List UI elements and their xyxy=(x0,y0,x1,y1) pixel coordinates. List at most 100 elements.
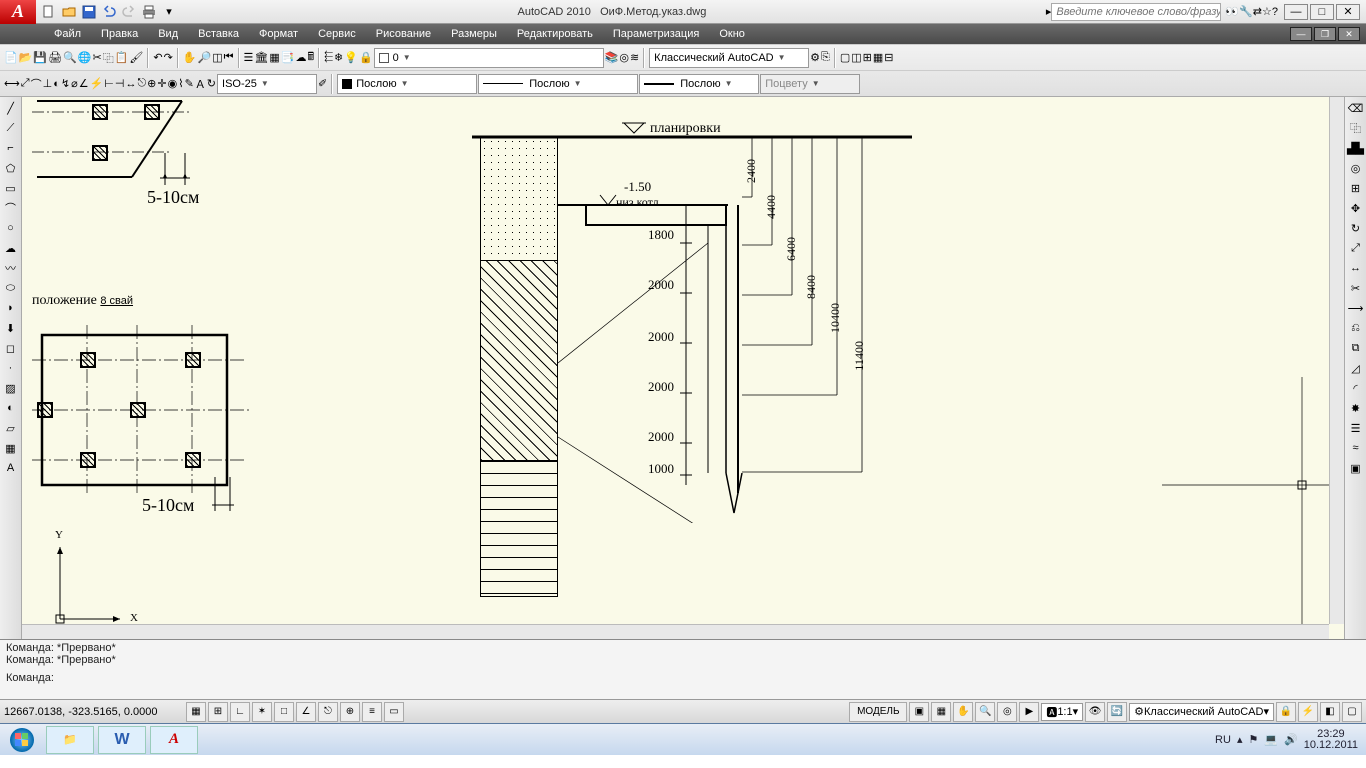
layer-on-icon[interactable]: 💡 xyxy=(344,51,358,64)
table-icon[interactable]: ▦ xyxy=(2,439,20,457)
match-icon[interactable]: 🖌 xyxy=(129,51,143,64)
properties-icon[interactable]: ☰ xyxy=(244,51,254,64)
menu-draw[interactable]: Рисование xyxy=(366,26,441,42)
dim-edit-icon[interactable]: ✎ xyxy=(185,77,194,90)
block-icon[interactable]: ◻ xyxy=(2,339,20,357)
sheetset-icon[interactable]: 📑 xyxy=(281,51,295,64)
chamfer-icon[interactable]: ◿ xyxy=(1347,359,1365,377)
tray-arrow-icon[interactable]: ▴ xyxy=(1237,733,1243,746)
zoom2-icon[interactable]: 🔍 xyxy=(975,702,995,722)
zoom-prev-icon[interactable]: ⏮ xyxy=(224,51,234,64)
erase-icon[interactable]: ⌫ xyxy=(1347,99,1365,117)
vpjoin-icon[interactable]: ⊟ xyxy=(884,51,893,64)
save-icon[interactable] xyxy=(80,3,98,21)
dim-linear-icon[interactable]: ⟷ xyxy=(4,77,20,90)
zoom-win-icon[interactable]: ◫ xyxy=(212,51,222,64)
redo2-icon[interactable]: ↷ xyxy=(164,51,173,64)
region-icon[interactable]: ▱ xyxy=(2,419,20,437)
menu-dimension[interactable]: Размеры xyxy=(441,26,507,42)
menu-format[interactable]: Формат xyxy=(249,26,308,42)
menu-insert[interactable]: Вставка xyxy=(188,26,249,42)
dim-dia-icon[interactable]: ⌀ xyxy=(71,77,78,90)
new-icon[interactable] xyxy=(40,3,58,21)
command-input[interactable] xyxy=(57,672,1360,686)
point-icon[interactable]: · xyxy=(2,359,20,377)
task-explorer[interactable]: 📁 xyxy=(46,726,94,754)
paste-icon[interactable]: 📋 xyxy=(115,51,129,64)
tray-network-icon[interactable]: 💻 xyxy=(1264,733,1278,746)
polar-icon[interactable]: ✶ xyxy=(252,702,272,722)
dyn-icon[interactable]: ⊕ xyxy=(340,702,360,722)
vp4-icon[interactable]: ▦ xyxy=(873,51,883,64)
ellipse-icon[interactable]: ⬭ xyxy=(2,279,20,297)
copy-icon[interactable]: ⿻ xyxy=(103,50,114,66)
open-icon[interactable] xyxy=(60,3,78,21)
menu-modify[interactable]: Редактировать xyxy=(507,26,603,42)
anno-scale-dropdown[interactable]: 🅰 1:1 ▾ xyxy=(1041,703,1083,721)
plot-icon[interactable]: 🖨 xyxy=(48,51,62,64)
vp1-icon[interactable]: ▢ xyxy=(840,51,850,64)
maximize-button[interactable]: □ xyxy=(1310,4,1334,20)
revcloud-icon[interactable]: ☁ xyxy=(2,239,20,257)
dim-jog-icon[interactable]: ↯ xyxy=(61,77,70,90)
snap-icon[interactable]: ▦ xyxy=(186,702,206,722)
dim-jogline-icon[interactable]: ⌇ xyxy=(178,77,183,90)
mtext-icon[interactable]: A xyxy=(2,459,20,477)
qat-more-icon[interactable]: ▾ xyxy=(160,3,178,21)
polygon-icon[interactable]: ⬠ xyxy=(2,159,20,177)
vp3-icon[interactable]: ⊞ xyxy=(863,51,872,64)
close-button[interactable]: ✕ xyxy=(1336,4,1360,20)
publish-icon[interactable]: 🌐 xyxy=(78,51,92,64)
line-icon[interactable]: ╱ xyxy=(2,99,20,117)
anno-auto-icon[interactable]: 🔄 xyxy=(1107,702,1127,722)
mdi-minimize-button[interactable]: ― xyxy=(1290,27,1312,41)
menu-parametric[interactable]: Параметризация xyxy=(603,26,709,42)
stretch-icon[interactable]: ↔ xyxy=(1347,259,1365,277)
lock-ui-icon[interactable]: 🔒 xyxy=(1276,702,1296,722)
undo-icon[interactable] xyxy=(100,3,118,21)
inspect-icon[interactable]: ◉ xyxy=(168,77,178,90)
break-icon[interactable]: ⎌ xyxy=(1347,319,1365,337)
ws-settings-icon[interactable]: ⚙ xyxy=(810,51,820,64)
dim-tedit-icon[interactable]: Ａ xyxy=(195,76,206,92)
cut-icon[interactable]: ✂ xyxy=(92,51,101,64)
layer-states-icon[interactable]: ❄ xyxy=(334,51,343,64)
insert-icon[interactable]: ⬇ xyxy=(2,319,20,337)
minimize-button[interactable]: ― xyxy=(1284,4,1308,20)
ws-save-icon[interactable]: ⎘ xyxy=(821,51,830,64)
clean-screen-icon[interactable]: ▢ xyxy=(1342,702,1362,722)
layer-dropdown[interactable]: 0▼ xyxy=(374,48,604,68)
gradient-icon[interactable]: ◐ xyxy=(2,399,20,417)
undo2-icon[interactable]: ↶ xyxy=(153,51,162,64)
help-icon[interactable]: ? xyxy=(1272,6,1278,18)
offset-icon[interactable]: ◎ xyxy=(1347,159,1365,177)
dim-ang-icon[interactable]: ∠ xyxy=(79,77,89,90)
showmotion-icon[interactable]: ▶ xyxy=(1019,702,1039,722)
sel-sim-icon[interactable]: ≈ xyxy=(1347,439,1365,457)
extend-icon[interactable]: ⟶ xyxy=(1347,299,1365,317)
rotate-icon[interactable]: ↻ xyxy=(1347,219,1365,237)
menu-view[interactable]: Вид xyxy=(148,26,188,42)
layer-lock-icon[interactable]: 🔒 xyxy=(359,51,373,64)
dcenter-icon[interactable]: 🏛 xyxy=(254,51,268,64)
binoculars-icon[interactable]: 👀 xyxy=(1225,5,1239,18)
layer-mgr-icon[interactable]: 📚 xyxy=(605,51,619,64)
pline-icon[interactable]: ⌐ xyxy=(2,139,20,157)
pan-icon[interactable]: ✋ xyxy=(183,51,197,64)
isolate-icon[interactable]: ◧ xyxy=(1320,702,1340,722)
otrack-icon[interactable]: ∠ xyxy=(296,702,316,722)
model-button[interactable]: МОДЕЛЬ xyxy=(849,702,907,722)
anno-vis-icon[interactable]: 👁 xyxy=(1085,702,1105,722)
color-dropdown[interactable]: Послою▼ xyxy=(337,74,477,94)
toolpal-icon[interactable]: ▦ xyxy=(269,51,279,64)
command-window[interactable]: Команда: *Прервано* Команда: *Прервано* … xyxy=(0,639,1366,699)
move-icon[interactable]: ✥ xyxy=(1347,199,1365,217)
coords-display[interactable]: 12667.0138, -323.5165, 0.0000 xyxy=(4,706,184,718)
workspace-dropdown[interactable]: Классический AutoCAD▼ xyxy=(649,48,809,68)
copy2-icon[interactable]: ⿻ xyxy=(1347,119,1365,137)
layer-match-icon[interactable]: ≋ xyxy=(630,51,639,64)
redo-icon[interactable] xyxy=(120,3,138,21)
linetype-dropdown[interactable]: Послою▼ xyxy=(478,74,638,94)
arc-icon[interactable]: ⌒ xyxy=(2,199,20,217)
mirror-icon[interactable]: ▟▙ xyxy=(1347,139,1365,157)
